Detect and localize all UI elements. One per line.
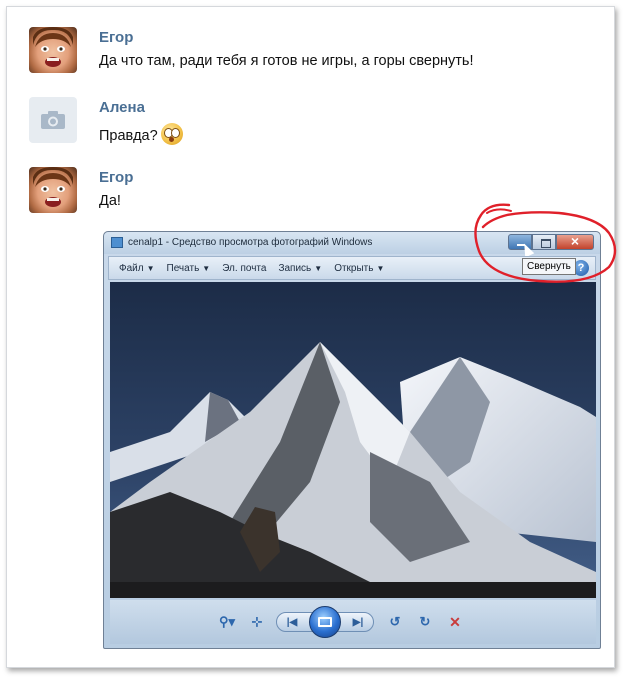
menu-open-label: Открыть <box>334 262 374 274</box>
avatar-photo <box>33 167 73 207</box>
viewer-title: cenalp1 - Средство просмотра фотографий … <box>128 237 373 248</box>
message-text: Да что там, ради тебя я готов не игры, а… <box>99 53 474 69</box>
message-item: Егор Да! <box>29 167 589 217</box>
avatar[interactable] <box>29 27 77 73</box>
slideshow-button[interactable] <box>309 606 341 638</box>
chevron-down-icon: ▼ <box>376 263 385 273</box>
message-text-row: Правда? <box>99 123 183 145</box>
avatar[interactable] <box>29 97 77 143</box>
close-button[interactable] <box>556 233 594 250</box>
navigation-group: |◀ ▶| <box>276 606 374 638</box>
rotate-clockwise-icon[interactable]: ↻ <box>414 611 436 633</box>
avatar[interactable] <box>29 167 77 213</box>
message-item: Алена Правда? <box>29 97 589 147</box>
next-button[interactable]: ▶| <box>343 617 373 628</box>
chevron-down-icon: ▼ <box>202 263 211 273</box>
avatar-photo <box>33 27 73 67</box>
menu-file-label: Файл <box>119 262 144 274</box>
chevron-down-icon: ▼ <box>314 263 323 273</box>
menu-print-label: Печать <box>166 262 200 274</box>
zoom-icon[interactable]: ⚲▾ <box>216 611 238 633</box>
previous-button[interactable]: |◀ <box>277 617 307 628</box>
attached-screenshot[interactable]: cenalp1 - Средство просмотра фотографий … <box>103 231 601 649</box>
rotate-counterclockwise-icon[interactable]: ↺ <box>384 611 406 633</box>
flushed-emoji-icon <box>160 123 183 145</box>
minimize-tooltip: Свернуть <box>522 258 576 275</box>
menu-file[interactable]: Файл ▼ <box>113 263 161 274</box>
slideshow-icon <box>318 617 332 627</box>
actual-size-icon[interactable]: ⊹ <box>246 611 268 633</box>
camera-icon <box>41 111 65 129</box>
viewer-controls: ⚲▾ ⊹ |◀ ▶| ↺ ↻ ✕ <box>110 600 596 644</box>
menu-burn[interactable]: Запись ▼ <box>272 263 328 274</box>
mountain-photo <box>110 282 596 598</box>
menu-email[interactable]: Эл. почта <box>216 263 272 274</box>
menu-burn-label: Запись <box>278 262 312 274</box>
menu-open[interactable]: Открыть ▼ <box>328 263 390 274</box>
control-bar: ⚲▾ ⊹ |◀ ▶| ↺ ↻ ✕ <box>216 606 516 638</box>
message-text: Правда? <box>99 128 158 144</box>
chevron-down-icon: ▼ <box>146 263 155 273</box>
author-name[interactable]: Алена <box>99 99 145 116</box>
message-item: Егор Да что там, ради тебя я готов не иг… <box>29 27 589 77</box>
mountain-image <box>110 282 596 598</box>
conversation-panel: Егор Да что там, ради тебя я готов не иг… <box>6 6 617 668</box>
author-name[interactable]: Егор <box>99 29 133 46</box>
menu-print[interactable]: Печать ▼ <box>161 263 217 274</box>
delete-icon[interactable]: ✕ <box>444 611 466 633</box>
menu-email-label: Эл. почта <box>222 262 267 274</box>
maximize-button[interactable] <box>532 234 556 250</box>
author-name[interactable]: Егор <box>99 169 133 186</box>
message-text: Да! <box>99 193 121 209</box>
photo-viewer-icon <box>111 237 123 248</box>
